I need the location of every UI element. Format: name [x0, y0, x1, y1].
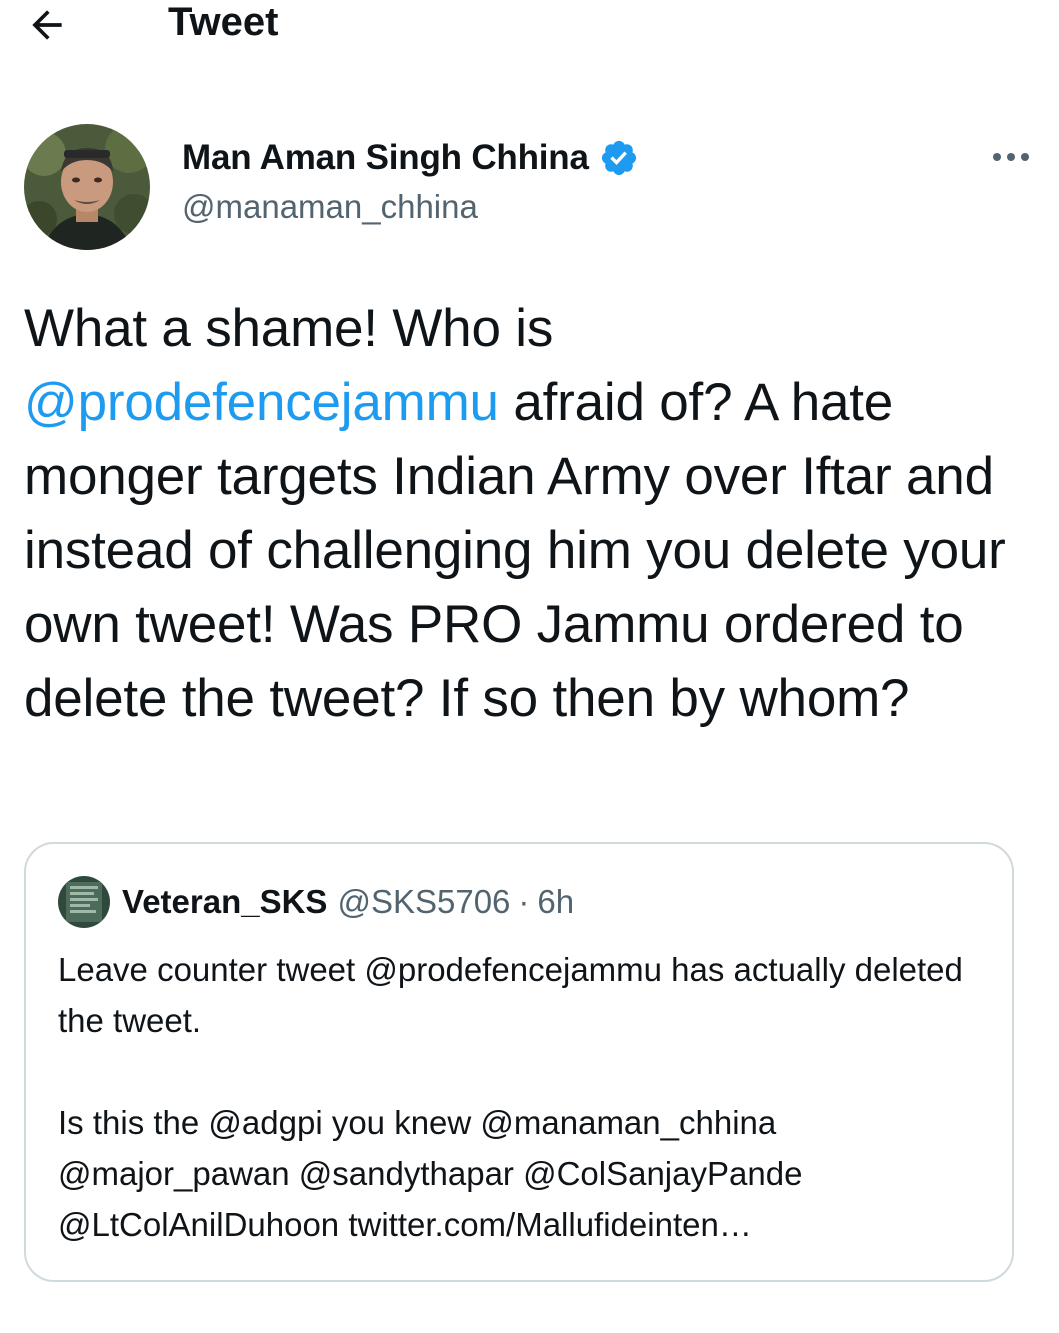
quoted-tweet-header: Veteran_SKS @SKS5706 · 6h [58, 876, 574, 928]
verified-badge-icon [599, 138, 639, 178]
quoted-paragraph-2: Is this the @adgpi you knew @manaman_chh… [58, 1104, 803, 1243]
tweet-author: Man Aman Singh Chhina @manaman_chhina [24, 124, 1034, 254]
quoted-author-handle: @SKS5706 [337, 883, 511, 920]
top-bar: Tweet [0, 0, 1059, 50]
quoted-avatar [58, 876, 110, 928]
avatar[interactable] [24, 124, 150, 250]
mention-link[interactable]: @prodefencejammu [24, 373, 499, 432]
arrow-left-icon [32, 10, 62, 40]
more-horizontal-icon [993, 153, 1029, 161]
quoted-author-name: Veteran_SKS [122, 883, 328, 920]
author-name-row: Man Aman Singh Chhina [182, 136, 639, 180]
quoted-timestamp: 6h [537, 883, 575, 920]
back-button[interactable] [24, 2, 70, 48]
tweet-text: What a shame! Who is @prodefencejammu afr… [24, 292, 1034, 736]
quoted-tweet-card[interactable]: Veteran_SKS @SKS5706 · 6h Leave counter … [24, 842, 1014, 1282]
page-title: Tweet [168, 0, 279, 44]
quoted-paragraph-1: Leave counter tweet @prodefencejammu has… [58, 951, 963, 1039]
more-options-button[interactable] [988, 144, 1034, 170]
quoted-tweet-text: Leave counter tweet @prodefencejammu has… [58, 944, 988, 1250]
author-name[interactable]: Man Aman Singh Chhina [182, 138, 589, 178]
tweet-text-start: What a shame! Who is [24, 299, 554, 358]
separator-dot: · [518, 883, 530, 920]
author-handle[interactable]: @manaman_chhina [182, 188, 478, 226]
